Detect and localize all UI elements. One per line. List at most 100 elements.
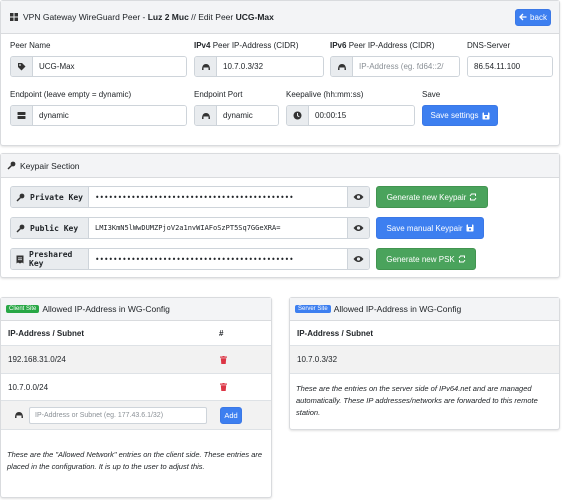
- keypair-header: Keypair Section: [1, 154, 559, 178]
- arrow-left-icon: [519, 13, 527, 21]
- table-row: 192.168.31.0/24: [1, 345, 271, 373]
- client-site-title: Allowed IP-Address in WG-Config: [42, 304, 170, 314]
- private-key-input[interactable]: Private Key ••••••••••••••••••••••••••••…: [10, 186, 370, 208]
- eye-icon[interactable]: [347, 187, 369, 207]
- peer-name-input[interactable]: UCG-Max: [10, 56, 187, 77]
- eye-icon[interactable]: [347, 249, 369, 269]
- ipv4-label-bold: IPv4: [194, 41, 211, 50]
- endpoint-port-value: dynamic: [217, 106, 278, 125]
- ipv6-label-bold: IPv6: [330, 41, 347, 50]
- refresh-icon: [469, 193, 477, 201]
- peer-name-title: UCG-Max: [235, 12, 274, 22]
- client-site-header: Client Site Allowed IP-Address in WG-Con…: [1, 298, 271, 321]
- add-subnet-row: IP-Address or Subnet (eg. 177.43.6.1/32)…: [1, 400, 271, 429]
- title-prefix: VPN Gateway WireGuard Peer -: [23, 12, 148, 22]
- tag-icon: [11, 57, 33, 76]
- endpoint-input[interactable]: dynamic: [10, 105, 187, 126]
- save-settings-label: Save settings: [430, 111, 479, 120]
- page-title: VPN Gateway WireGuard Peer - Luz 2 Muc /…: [9, 12, 274, 22]
- peer-name-value: UCG-Max: [33, 57, 186, 76]
- server-site-table: IP-Address / Subnet 10.7.0.3/32 These ar…: [290, 321, 559, 429]
- edit-peer-card: VPN Gateway WireGuard Peer - Luz 2 Muc /…: [0, 0, 560, 146]
- private-key-value: ••••••••••••••••••••••••••••••••••••••••…: [89, 187, 347, 207]
- edit-peer-label: Edit Peer: [198, 12, 236, 22]
- ipv4-input[interactable]: 10.7.0.3/32: [194, 56, 324, 77]
- public-key-label: Public Key: [11, 218, 89, 238]
- endpoint-value: dynamic: [33, 106, 186, 125]
- private-key-label: Private Key: [11, 187, 89, 207]
- network-wired-icon: [195, 57, 217, 76]
- dns-value: 86.54.11.100: [468, 57, 552, 76]
- col-subnet-header: IP-Address / Subnet: [297, 328, 374, 338]
- client-site-divider: [1, 429, 271, 430]
- keepalive-input[interactable]: 00:00:15: [286, 105, 415, 126]
- server-site-title: Allowed IP-Address in WG-Config: [333, 304, 462, 314]
- keypair-card: Keypair Section Private Key ••••••••••••…: [0, 153, 560, 278]
- subnet-cell: 10.7.0.0/24: [8, 382, 49, 392]
- network-icon: [9, 12, 19, 22]
- server-site-note: These are the entries on the server side…: [296, 384, 538, 417]
- edit-peer-header: VPN Gateway WireGuard Peer - Luz 2 Muc /…: [1, 1, 559, 34]
- dns-input[interactable]: 86.54.11.100: [467, 56, 553, 77]
- floppy-disk-icon: [482, 112, 490, 120]
- keypair-title: Keypair Section: [20, 160, 80, 171]
- keepalive-value: 00:00:15: [309, 106, 414, 125]
- private-key-label-text: Private Key: [30, 192, 83, 202]
- table-row: 10.7.0.0/24: [1, 373, 271, 400]
- floppy-disk-icon: [466, 224, 474, 232]
- add-button[interactable]: Add: [220, 407, 242, 424]
- public-key-label-text: Public Key: [30, 223, 79, 233]
- ipv4-value: 10.7.0.3/32: [217, 57, 323, 76]
- back-label: back: [530, 12, 547, 22]
- subnet-cell: 192.168.31.0/24: [8, 355, 66, 364]
- eye-icon[interactable]: [347, 218, 369, 238]
- col-hash-header: #: [219, 328, 224, 338]
- back-button[interactable]: back: [515, 8, 551, 26]
- title-separator: //: [188, 12, 199, 22]
- generate-keypair-label: Generate new Keypair: [386, 192, 467, 202]
- clock-icon: [287, 106, 309, 125]
- psk-value: ••••••••••••••••••••••••••••••••••••••••…: [89, 249, 347, 269]
- trash-icon[interactable]: [220, 355, 227, 364]
- save-manual-keypair-label: Save manual Keypair: [386, 223, 463, 233]
- endpoint-label: Endpoint (leave empty = dynamic): [10, 90, 132, 99]
- ipv6-label: IPv6 Peer IP-Address (CIDR): [330, 41, 435, 50]
- server-site-header: Server Site Allowed IP-Address in WG-Con…: [290, 298, 559, 321]
- save-manual-keypair-button[interactable]: Save manual Keypair: [376, 217, 484, 239]
- server-table-header: IP-Address / Subnet: [290, 321, 559, 345]
- gateway-name: Luz 2 Muc: [147, 12, 189, 22]
- ipv6-label-rest: Peer IP-Address (CIDR): [346, 41, 435, 50]
- generate-psk-label: Generate new PSK: [386, 254, 455, 264]
- public-key-input[interactable]: Public Key LMI3KmN5lWwDUMZPjoV2a1nvWIAFo…: [10, 217, 370, 239]
- server-site-divider: [290, 373, 559, 374]
- ipv4-label-rest: Peer IP-Address (CIDR): [210, 41, 299, 50]
- receipt-icon: [16, 255, 24, 264]
- server-icon: [11, 106, 33, 125]
- client-site-badge: Client Site: [6, 305, 40, 313]
- server-site-badge: Server Site: [295, 305, 331, 313]
- network-wired-icon: [195, 106, 217, 125]
- ipv6-placeholder: IP-Address (eg. fd64::2/: [353, 57, 459, 76]
- endpoint-port-label: Endpoint Port: [194, 90, 243, 99]
- ipv4-label: IPv4 Peer IP-Address (CIDR): [194, 41, 299, 50]
- key-icon: [7, 161, 16, 170]
- ipv6-input[interactable]: IP-Address (eg. fd64::2/: [330, 56, 460, 77]
- server-site-card: Server Site Allowed IP-Address in WG-Con…: [289, 297, 560, 430]
- key-icon: [16, 224, 25, 233]
- psk-input[interactable]: Preshared Key ••••••••••••••••••••••••••…: [10, 248, 370, 270]
- peer-name-label: Peer Name: [10, 41, 51, 50]
- client-site-note: These are the "Allowed Network" entries …: [7, 450, 263, 471]
- generate-keypair-button[interactable]: Generate new Keypair: [376, 186, 488, 208]
- save-settings-button[interactable]: Save settings: [422, 105, 498, 126]
- client-table-header: IP-Address / Subnet #: [1, 321, 271, 345]
- endpoint-port-input[interactable]: dynamic: [194, 105, 279, 126]
- add-subnet-input[interactable]: IP-Address or Subnet (eg. 177.43.6.1/32): [29, 407, 207, 424]
- public-key-value: LMI3KmN5lWwDUMZPjoV2a1nvWIAFoSzPT5Sq7GGe…: [89, 218, 347, 238]
- subnet-cell: 10.7.0.3/32: [297, 355, 338, 364]
- psk-label: Preshared Key: [11, 249, 89, 269]
- key-icon: [16, 193, 25, 202]
- network-wired-icon: [331, 57, 353, 76]
- trash-icon[interactable]: [220, 383, 227, 391]
- generate-psk-button[interactable]: Generate new PSK: [376, 248, 476, 270]
- save-label: Save: [422, 90, 441, 99]
